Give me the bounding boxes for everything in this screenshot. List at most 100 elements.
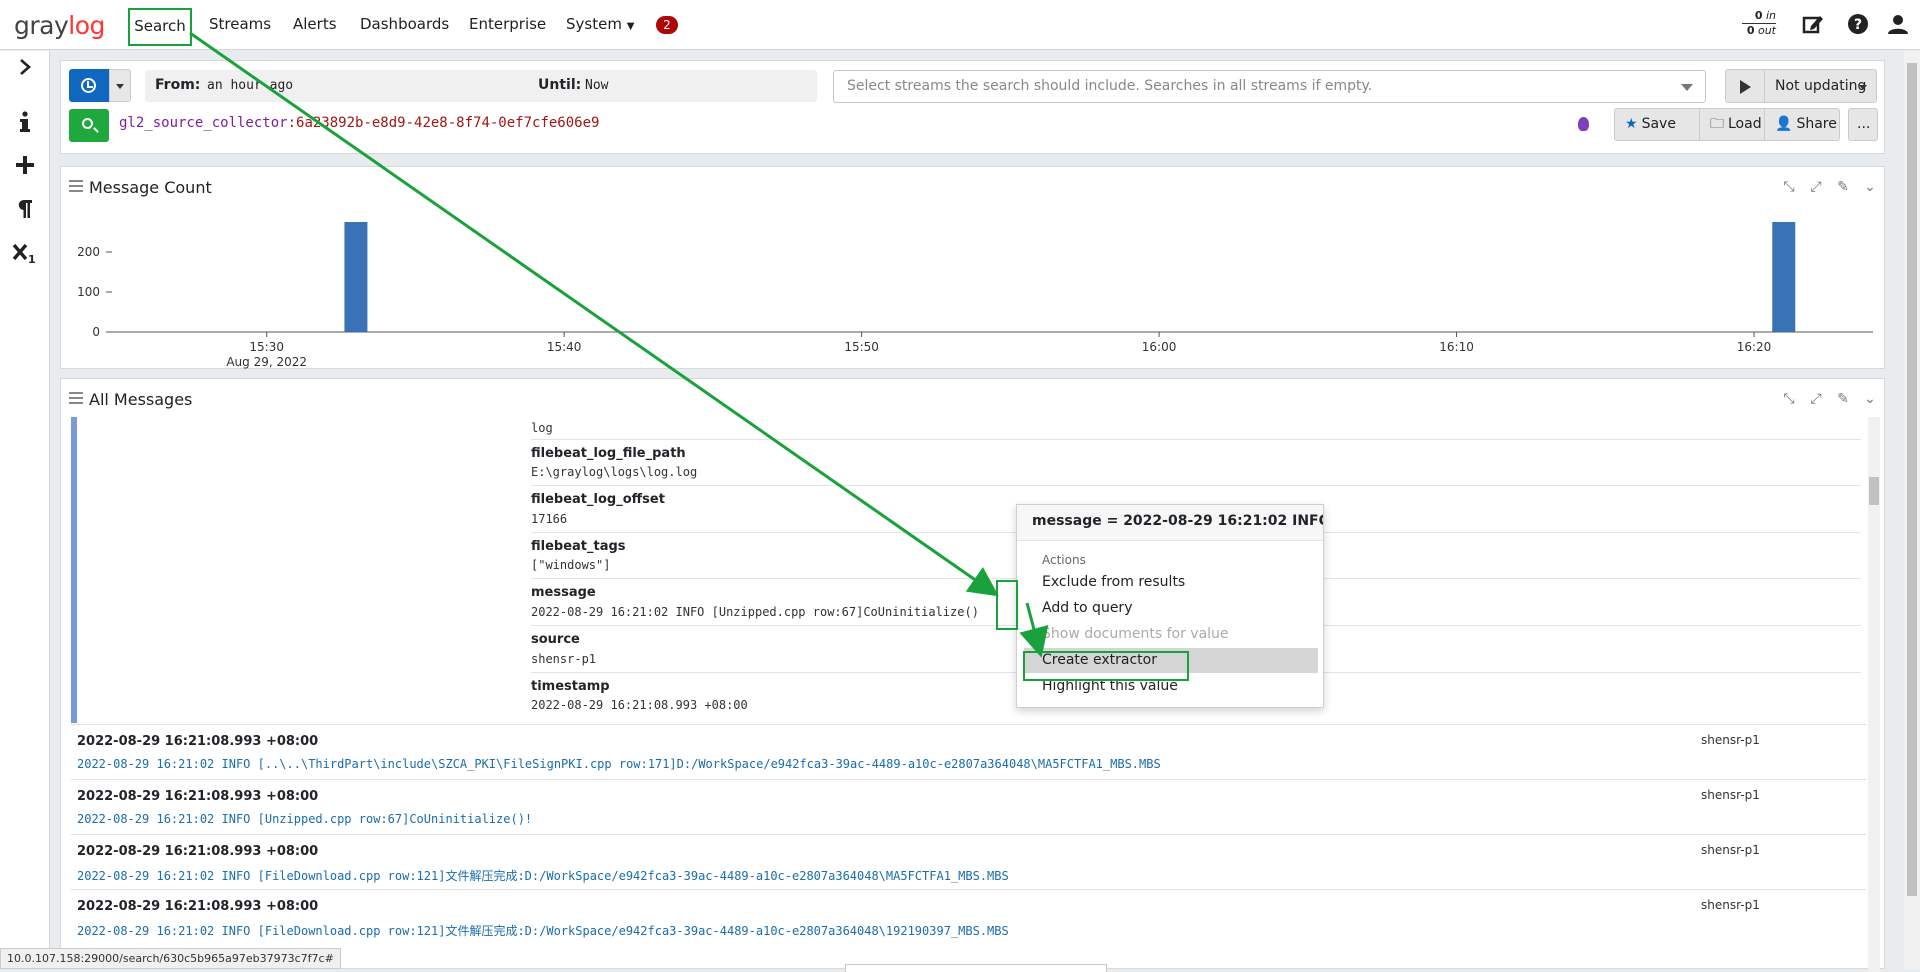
menu-item-exclude-from-results[interactable]: Exclude from results (1024, 570, 1318, 595)
user-icon[interactable] (1886, 13, 1910, 37)
search-submit-button[interactable] (69, 109, 109, 142)
field-value-input[interactable]: log (531, 421, 553, 435)
page-scrollbar[interactable] (1904, 51, 1920, 969)
left-sidebar: 1 (0, 51, 50, 969)
user-plus-icon: 👤 (1775, 116, 1793, 132)
search-bar: From: an hour ago Until: Now Select stre… (60, 60, 1885, 154)
from-label: From: (155, 77, 201, 93)
row-source: shensr-p1 (1701, 733, 1760, 747)
x-tick-label: 16:00 (1142, 340, 1177, 354)
refresh-interval-dropdown[interactable]: Not updating (1764, 69, 1877, 103)
nav-search[interactable]: Search (128, 8, 192, 46)
y-tick-label: 100 (77, 285, 100, 299)
subscript-icon[interactable]: 1 (0, 242, 50, 270)
x-tick-label: 15:50 (844, 340, 879, 354)
row-source: shensr-p1 (1701, 788, 1760, 802)
field-value[interactable]: E:\graylog\logs\log.log (531, 465, 697, 479)
graylog-logo[interactable]: graylog (14, 11, 105, 40)
info-icon[interactable] (0, 111, 50, 139)
nav-streams[interactable]: Streams (209, 15, 271, 33)
edit-icon[interactable] (1801, 13, 1825, 37)
pagination[interactable] (845, 964, 1107, 972)
expand-icon[interactable]: ⤢ (1807, 390, 1825, 408)
selected-message-marker (71, 417, 77, 723)
from-value: an hour ago (207, 78, 294, 93)
table-row[interactable]: 2022-08-29 16:21:08.993 +08:00 shensr-p1… (71, 779, 1866, 834)
field-name[interactable]: filebeat_tags (531, 539, 626, 554)
all-messages-widget: All Messages ⤡ ⤢ ✎ ⌄ log filebeat_log_fi… (60, 378, 1885, 972)
x-tick-label: 16:20 (1737, 340, 1772, 354)
divider (531, 439, 1861, 440)
notification-badge[interactable]: 2 (656, 16, 678, 34)
row-message: 2022-08-29 16:21:02 INFO [FileDownload.c… (77, 869, 1009, 883)
field-name[interactable]: filebeat_log_file_path (531, 446, 686, 461)
load-button[interactable]: 🗀 Load (1699, 108, 1765, 141)
compress-icon[interactable]: ⤡ (1780, 390, 1798, 408)
paragraph-icon[interactable] (0, 199, 50, 225)
plus-icon[interactable] (0, 155, 50, 181)
streams-select[interactable]: Select streams the search should include… (833, 70, 1706, 103)
widget-title: All Messages (89, 390, 193, 409)
field-value[interactable]: shensr-p1 (531, 652, 596, 666)
x-tick-label: 15:30 (249, 340, 284, 354)
edit-widget-icon[interactable]: ✎ (1834, 390, 1852, 408)
table-row[interactable]: 2022-08-29 16:21:08.993 +08:00 shensr-p1… (71, 889, 1866, 944)
time-range-dropdown[interactable] (109, 69, 131, 102)
throughput-in-label: in (1765, 9, 1776, 22)
save-button[interactable]: ★ Save (1614, 108, 1700, 141)
y-tick-label: 200 (77, 245, 100, 259)
row-timestamp: 2022-08-29 16:21:08.993 +08:00 (77, 899, 319, 914)
svg-text:?: ? (1854, 17, 1862, 33)
message-count-chart[interactable]: 0 100 200 15:30Aug 29, 2022 15:40 15:50 16:00 1… (61, 167, 1886, 370)
svg-text:1: 1 (28, 253, 36, 264)
query-field: gl2_source_collector (119, 115, 288, 131)
top-navbar: graylog Search Streams Alerts Dashboards… (0, 0, 1920, 50)
nav-system[interactable]: System ▼ (566, 15, 634, 33)
field-name[interactable]: source (531, 632, 580, 647)
field-value-message[interactable]: 2022-08-29 16:21:02 INFO [Unzipped.cpp r… (531, 605, 979, 619)
row-timestamp: 2022-08-29 16:21:08.993 +08:00 (77, 734, 319, 749)
nav-dashboards[interactable]: Dashboards (360, 15, 449, 33)
annotation-highlight-box (996, 580, 1018, 630)
messages-scrollbar[interactable] (1868, 417, 1880, 972)
chevron-right-icon[interactable] (0, 57, 50, 83)
until-value: Now (585, 78, 609, 93)
scrollbar-thumb[interactable] (1907, 63, 1917, 896)
field-name[interactable]: filebeat_log_offset (531, 492, 665, 507)
clock-icon (81, 78, 96, 93)
more-actions-button[interactable]: ... (1848, 108, 1878, 141)
field-name[interactable]: timestamp (531, 679, 610, 694)
nav-system-label: System (566, 15, 622, 33)
help-icon[interactable]: ? (1846, 13, 1870, 37)
query-input[interactable]: gl2_source_collector:6a23892b-e8d9-42e8-… (119, 115, 599, 131)
until-label: Until: (538, 77, 582, 93)
time-range-type-button[interactable] (69, 69, 109, 102)
row-timestamp: 2022-08-29 16:21:08.993 +08:00 (77, 789, 319, 804)
chart-bar (344, 222, 368, 332)
streams-placeholder: Select streams the search should include… (847, 78, 1373, 94)
nav-enterprise[interactable]: Enterprise (469, 15, 546, 33)
nav-alerts[interactable]: Alerts (293, 15, 337, 33)
annotation-highlight-box (1023, 651, 1189, 681)
throughput-indicator[interactable]: 0 in 0 out (1742, 9, 1776, 38)
folder-icon: 🗀 (1710, 116, 1724, 132)
star-icon: ★ (1625, 116, 1638, 132)
table-row[interactable]: 2022-08-29 16:21:08.993 +08:00 shensr-p1… (71, 834, 1866, 889)
row-message: 2022-08-29 16:21:02 INFO [..\..\ThirdPar… (77, 757, 1161, 771)
menu-item-show-documents: Show documents for value (1042, 626, 1229, 642)
table-row[interactable]: 2022-08-29 16:21:08.993 +08:00 shensr-p1… (71, 724, 1866, 779)
divider (531, 485, 1861, 486)
play-refresh-button[interactable] (1725, 69, 1765, 103)
chevron-down-icon[interactable]: ⌄ (1861, 390, 1879, 408)
share-button[interactable]: 👤 Share (1764, 108, 1840, 141)
menu-item-add-to-query[interactable]: Add to query (1024, 596, 1318, 621)
field-name[interactable]: message (531, 585, 596, 600)
drag-handle-icon[interactable] (69, 392, 83, 404)
field-value[interactable]: ["windows"] (531, 558, 610, 572)
time-range-display[interactable]: From: an hour ago Until: Now (145, 70, 817, 102)
scrollbar-thumb[interactable] (1869, 477, 1879, 505)
field-value[interactable]: 17166 (531, 512, 567, 526)
x-tick-sublabel: Aug 29, 2022 (226, 355, 307, 369)
lightbulb-icon[interactable] (1578, 117, 1589, 131)
field-value[interactable]: 2022-08-29 16:21:08.993 +08:00 (531, 698, 748, 712)
